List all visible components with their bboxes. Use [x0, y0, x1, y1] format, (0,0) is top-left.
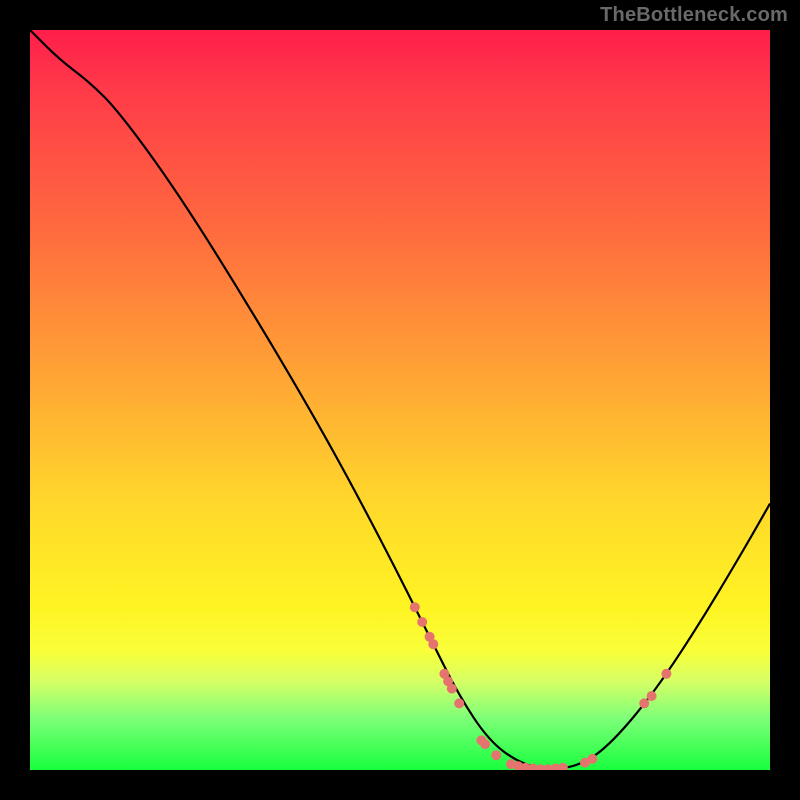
data-marker — [447, 684, 457, 694]
chart-stage: TheBottleneck.com — [0, 0, 800, 800]
data-marker — [491, 750, 501, 760]
data-marker — [454, 698, 464, 708]
data-marker — [647, 691, 657, 701]
data-marker — [661, 669, 671, 679]
data-marker — [410, 602, 420, 612]
data-marker — [417, 617, 427, 627]
plot-area — [30, 30, 770, 770]
data-marker — [639, 698, 649, 708]
data-marker — [480, 739, 490, 749]
watermark-text: TheBottleneck.com — [600, 4, 788, 27]
data-marker — [428, 639, 438, 649]
data-markers — [410, 602, 672, 770]
bottleneck-curve — [30, 30, 770, 769]
data-marker — [558, 763, 568, 770]
curve-layer — [30, 30, 770, 770]
data-marker — [587, 754, 597, 764]
